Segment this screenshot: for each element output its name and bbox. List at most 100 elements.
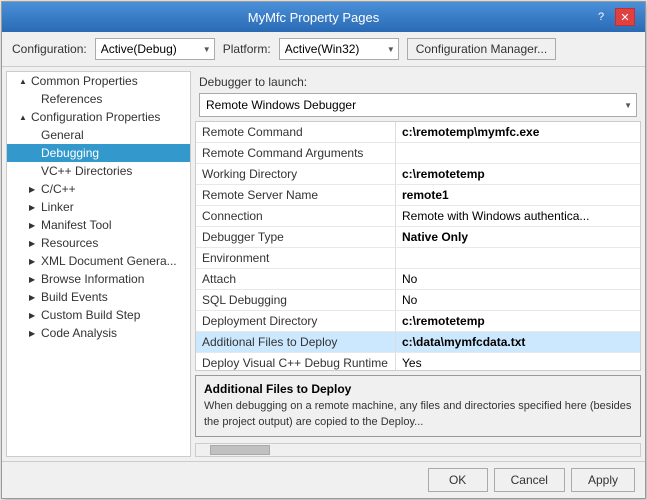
props-name-11: Deploy Visual C++ Debug Runtime — [196, 353, 396, 371]
sidebar-label-general: General — [41, 128, 84, 142]
sidebar-label-build-events: Build Events — [41, 290, 108, 304]
props-row-8[interactable]: SQL DebuggingNo — [196, 290, 640, 311]
config-select-wrapper: Active(Debug) — [95, 38, 215, 60]
sidebar-item-manifest-tool[interactable]: ▶Manifest Tool — [7, 216, 190, 234]
props-value-9: c:\remotetemp — [396, 311, 491, 331]
info-panel-title: Additional Files to Deploy — [204, 382, 632, 396]
props-row-11[interactable]: Deploy Visual C++ Debug RuntimeYes — [196, 353, 640, 371]
props-value-6 — [396, 248, 408, 268]
sidebar-label-custom-build: Custom Build Step — [41, 308, 140, 322]
tree-arrow-resources: ▶ — [29, 239, 39, 248]
props-value-2: c:\remotetemp — [396, 164, 491, 184]
sidebar-item-debugging[interactable]: Debugging — [7, 144, 190, 162]
props-value-1 — [396, 143, 408, 163]
props-row-3[interactable]: Remote Server Nameremote1 — [196, 185, 640, 206]
debugger-select[interactable]: Remote Windows Debugger — [199, 93, 637, 117]
props-name-2: Working Directory — [196, 164, 396, 184]
props-row-6[interactable]: Environment — [196, 248, 640, 269]
props-row-5[interactable]: Debugger TypeNative Only — [196, 227, 640, 248]
props-name-6: Environment — [196, 248, 396, 268]
config-label: Configuration: — [12, 42, 87, 56]
cancel-button[interactable]: Cancel — [494, 468, 565, 492]
title-bar: MyMfc Property Pages ? ✕ — [2, 2, 645, 32]
sidebar-item-common-props[interactable]: ▲Common Properties — [7, 72, 190, 90]
props-name-10: Additional Files to Deploy — [196, 332, 396, 352]
sidebar-item-config-props[interactable]: ▲Configuration Properties — [7, 108, 190, 126]
close-button[interactable]: ✕ — [615, 8, 635, 26]
props-row-1[interactable]: Remote Command Arguments — [196, 143, 640, 164]
sidebar-label-code-analysis: Code Analysis — [41, 326, 117, 340]
bottom-bar: OK Cancel Apply — [2, 461, 645, 498]
props-name-5: Debugger Type — [196, 227, 396, 247]
sidebar-item-xml-doc[interactable]: ▶XML Document Genera... — [7, 252, 190, 270]
tree-arrow-build-events: ▶ — [29, 293, 39, 302]
platform-select[interactable]: Active(Win32) — [279, 38, 399, 60]
props-row-4[interactable]: ConnectionRemote with Windows authentica… — [196, 206, 640, 227]
tree-arrow-custom-build: ▶ — [29, 311, 39, 320]
config-manager-button[interactable]: Configuration Manager... — [407, 38, 556, 60]
props-row-10[interactable]: Additional Files to Deployc:\data\mymfcd… — [196, 332, 640, 353]
tree-arrow-manifest-tool: ▶ — [29, 221, 39, 230]
sidebar-tree: ▲Common Properties References ▲Configurati… — [6, 71, 191, 457]
props-row-7[interactable]: AttachNo — [196, 269, 640, 290]
props-value-7: No — [396, 269, 423, 289]
sidebar-label-linker: Linker — [41, 200, 74, 214]
tree-arrow-xml-doc: ▶ — [29, 257, 39, 266]
sidebar-label-common-props: Common Properties — [31, 74, 138, 88]
props-value-8: No — [396, 290, 423, 310]
sidebar-item-resources[interactable]: ▶Resources — [7, 234, 190, 252]
props-row-9[interactable]: Deployment Directoryc:\remotetemp — [196, 311, 640, 332]
props-value-0: c:\remotemp\mymfc.exe — [396, 122, 545, 142]
props-name-0: Remote Command — [196, 122, 396, 142]
sidebar-label-resources: Resources — [41, 236, 98, 250]
tree-arrow-cpp: ▶ — [29, 185, 39, 194]
debugger-row: Debugger to launch: — [195, 71, 641, 89]
sidebar-item-custom-build[interactable]: ▶Custom Build Step — [7, 306, 190, 324]
props-value-5: Native Only — [396, 227, 474, 247]
debugger-label: Debugger to launch: — [199, 75, 307, 89]
tree-arrow-linker: ▶ — [29, 203, 39, 212]
sidebar-label-xml-doc: XML Document Genera... — [41, 254, 177, 268]
props-name-3: Remote Server Name — [196, 185, 396, 205]
sidebar-label-cpp: C/C++ — [41, 182, 76, 196]
props-value-3: remote1 — [396, 185, 455, 205]
props-name-4: Connection — [196, 206, 396, 226]
sidebar-item-build-events[interactable]: ▶Build Events — [7, 288, 190, 306]
sidebar-label-references: References — [41, 92, 102, 106]
props-row-0[interactable]: Remote Commandc:\remotemp\mymfc.exe — [196, 122, 640, 143]
sidebar-item-linker[interactable]: ▶Linker — [7, 198, 190, 216]
props-name-8: SQL Debugging — [196, 290, 396, 310]
props-value-11: Yes — [396, 353, 428, 371]
props-value-4: Remote with Windows authentica... — [396, 206, 595, 226]
title-buttons: ? ✕ — [591, 8, 635, 26]
configuration-select[interactable]: Active(Debug) — [95, 38, 215, 60]
scrollbar-thumb[interactable] — [210, 445, 270, 455]
ok-button[interactable]: OK — [428, 468, 488, 492]
sidebar-item-code-analysis[interactable]: ▶Code Analysis — [7, 324, 190, 342]
info-panel-text: When debugging on a remote machine, any … — [204, 399, 632, 430]
sidebar-item-cpp[interactable]: ▶C/C++ — [7, 180, 190, 198]
sidebar-label-manifest-tool: Manifest Tool — [41, 218, 111, 232]
horizontal-scrollbar[interactable] — [195, 443, 641, 457]
sidebar-item-general[interactable]: General — [7, 126, 190, 144]
props-value-10: c:\data\mymfcdata.txt — [396, 332, 531, 352]
props-row-2[interactable]: Working Directoryc:\remotetemp — [196, 164, 640, 185]
props-name-7: Attach — [196, 269, 396, 289]
help-button[interactable]: ? — [591, 8, 611, 26]
props-name-1: Remote Command Arguments — [196, 143, 396, 163]
tree-arrow-browse-info: ▶ — [29, 275, 39, 284]
platform-select-wrapper: Active(Win32) — [279, 38, 399, 60]
props-name-9: Deployment Directory — [196, 311, 396, 331]
sidebar-label-browse-info: Browse Information — [41, 272, 144, 286]
sidebar-item-vc-dirs[interactable]: VC++ Directories — [7, 162, 190, 180]
main-content: ▲Common Properties References ▲Configurati… — [2, 67, 645, 461]
property-pages-dialog: MyMfc Property Pages ? ✕ Configuration: … — [1, 1, 646, 499]
config-bar: Configuration: Active(Debug) Platform: A… — [2, 32, 645, 67]
sidebar-item-references[interactable]: References — [7, 90, 190, 108]
sidebar-item-browse-info[interactable]: ▶Browse Information — [7, 270, 190, 288]
dialog-title: MyMfc Property Pages — [36, 10, 591, 25]
apply-button[interactable]: Apply — [571, 468, 635, 492]
tree-arrow-code-analysis: ▶ — [29, 329, 39, 338]
sidebar-label-debugging: Debugging — [41, 146, 99, 160]
info-panel: Additional Files to Deploy When debuggin… — [195, 375, 641, 437]
